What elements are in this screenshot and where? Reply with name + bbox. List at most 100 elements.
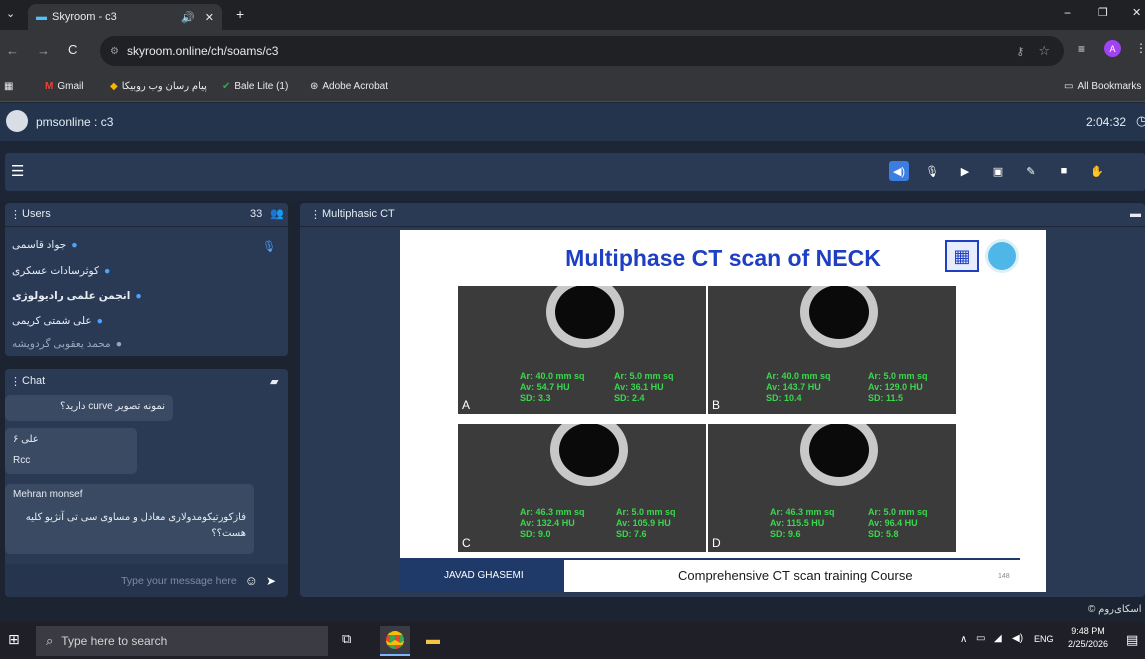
chat-input-bar: Type your message here ☺ ➤	[5, 564, 288, 597]
panel-label: B	[712, 398, 721, 412]
bookmark-gmail[interactable]: M Gmail	[45, 81, 83, 92]
user-item[interactable]: ● جواد قاسمی	[12, 239, 78, 251]
user-icon: ●	[71, 239, 78, 251]
chat-message: نمونه تصویر curve دارید؟	[5, 395, 173, 421]
notification-icon[interactable]: ▤	[1126, 632, 1138, 648]
chat-author: Mehran monsef	[13, 489, 83, 500]
ct-scan-b: Ar: 40.0 mm sq Av: 143.7 HU SD: 10.4 Ar: 5…	[708, 286, 956, 414]
maximize-icon[interactable]: ❐	[1098, 6, 1108, 19]
slide-footer-author: JAVAD GHASEMI	[400, 558, 564, 592]
user-item[interactable]: ● محمد یعقوبی گردویشه	[12, 338, 122, 350]
footer-line	[564, 558, 1020, 560]
chat-text: فازکورتیکومدولاری معادل و مساوی سی تی آن…	[25, 512, 246, 539]
presentation-title: Multiphasic CT	[322, 208, 395, 220]
send-icon[interactable]: ➤	[266, 574, 276, 588]
mic-active-icon: 🎙	[262, 241, 276, 253]
tray-chevron-icon[interactable]: ∧	[960, 634, 967, 645]
clock-icon: ◷	[1136, 113, 1145, 128]
taskbar-search[interactable]: ⌕ Type here to search	[36, 626, 328, 656]
file-icon[interactable]: ▬	[1130, 208, 1141, 220]
file-explorer-icon[interactable]: ▬	[426, 631, 440, 647]
hamburger-menu-icon[interactable]: ☰	[11, 162, 24, 180]
raise-hand-icon[interactable]: ✋	[1087, 161, 1107, 181]
user-icon: ●	[103, 265, 111, 277]
bookmark-rubika[interactable]: ◆ پیام رسان وب روبیکا	[110, 81, 207, 92]
bookmark-acrobat[interactable]: ⊛ Adobe Acrobat	[310, 81, 388, 92]
file-icon[interactable]: ■	[1054, 161, 1074, 181]
chat-menu-icon[interactable]: ⋮	[10, 375, 21, 388]
wifi-icon[interactable]: ◢	[994, 633, 1002, 644]
bookmark-bale[interactable]: ✔ Bale Lite (1)	[222, 81, 288, 92]
clock[interactable]: 9:48 PM 2/25/2026	[1066, 626, 1110, 649]
close-tab-icon[interactable]: ✕	[205, 11, 214, 24]
search-icon: ⌕	[46, 633, 54, 648]
slide-footer-course: Comprehensive CT scan training Course	[678, 568, 913, 583]
chrome-taskbar-icon[interactable]	[380, 626, 410, 656]
tab-list-icon[interactable]: ⌄	[6, 7, 15, 20]
speaker-icon[interactable]: ◀)	[889, 161, 909, 181]
user-icon: ●	[135, 290, 142, 302]
user-count: 33	[250, 208, 263, 220]
back-icon[interactable]: ←	[6, 43, 19, 58]
slide: Multiphase CT scan of NECK ▦ Ar: 40.0 mm…	[400, 230, 1046, 592]
slide-page-number: 148	[998, 573, 1010, 580]
room-header: pmsonline : c3 2:04:32 ◷	[0, 103, 1145, 141]
users-icon: 👥	[270, 208, 284, 220]
users-panel-menu-icon[interactable]: ⋮	[10, 208, 21, 221]
tab-title: Skyroom - c3	[52, 11, 117, 23]
society-logo-icon	[985, 239, 1019, 273]
folder-icon: ▭	[1064, 81, 1074, 92]
mic-off-icon[interactable]: 🎙	[922, 161, 942, 181]
language-indicator[interactable]: ENG	[1034, 634, 1054, 644]
site-info-icon[interactable]: ⚙	[110, 46, 119, 57]
close-window-icon[interactable]: ✕	[1132, 6, 1141, 19]
user-item[interactable]: ● علی شمتی کریمی	[12, 315, 103, 327]
reload-icon[interactable]: C	[68, 42, 77, 57]
room-title: pmsonline : c3	[36, 115, 114, 129]
skyroom-brand: اسکای‌روم ©	[1088, 604, 1142, 615]
chat-icon: ▰	[270, 376, 279, 388]
forward-icon[interactable]: →	[37, 43, 50, 58]
pen-icon[interactable]: ✎	[1021, 161, 1041, 181]
clock-date: 2/25/2026	[1067, 639, 1109, 649]
bookmarks-bar: ▦ M Gmail ◆ پیام رسان وب روبیکا ✔ Bale Lite…	[0, 75, 1145, 102]
task-view-icon[interactable]: ⧉	[342, 631, 351, 647]
chat-input[interactable]: Type your message here	[121, 575, 237, 587]
bale-icon: ✔	[222, 81, 231, 92]
ct-scan-a: Ar: 40.0 mm sq Av: 54.7 HU SD: 3.3 Ar: 5.0…	[458, 286, 706, 414]
minimize-icon[interactable]: −	[1064, 6, 1071, 20]
chat-text: Rcc	[13, 455, 31, 466]
network-icon[interactable]: ▭	[976, 633, 985, 644]
panel-label: D	[712, 536, 721, 550]
bookmark-star-icon[interactable]: ☆	[1038, 43, 1050, 59]
search-placeholder: Type here to search	[61, 634, 168, 648]
clock-time: 9:48 PM	[1071, 626, 1105, 636]
apps-icon[interactable]: ▦	[4, 81, 13, 92]
profile-avatar[interactable]: A	[1104, 40, 1121, 57]
panel-label: A	[462, 398, 471, 412]
ct-scan-c: Ar: 46.3 mm sq Av: 132.4 HU SD: 9.0 Ar: 5.…	[458, 424, 706, 552]
windows-start-icon[interactable]: ⊞	[8, 631, 20, 648]
session-timer: 2:04:32	[1086, 115, 1127, 129]
browser-tab-bar: ⌄ ▬ Skyroom - c3 🔊 ✕ + − ❐ ✕	[0, 0, 1145, 30]
url-bar[interactable]: ⚙ skyroom.online/ch/soams/c3 ⚷ ☆	[100, 36, 1064, 66]
emoji-icon[interactable]: ☺	[245, 573, 258, 588]
all-bookmarks[interactable]: ▭ All Bookmarks	[1064, 81, 1141, 92]
browser-tab[interactable]: ▬ Skyroom - c3 🔊 ✕	[28, 4, 222, 30]
room-avatar	[6, 110, 28, 132]
user-item[interactable]: ● انجمن علمی رادیولوژی	[12, 290, 142, 302]
presentation-menu-icon[interactable]: ⋮	[310, 208, 321, 221]
camera-off-icon[interactable]: ▶	[955, 161, 975, 181]
menu-icon[interactable]: ⋮	[1135, 41, 1145, 55]
screen-share-icon[interactable]: ▣	[988, 161, 1008, 181]
user-icon: ●	[96, 315, 103, 327]
users-panel-title: Users	[22, 208, 51, 220]
user-item[interactable]: ● کوثرسادات عسکری	[12, 265, 110, 277]
volume-icon[interactable]: ◀)	[1012, 633, 1023, 644]
reading-list-icon[interactable]: ≡	[1078, 42, 1085, 56]
password-key-icon[interactable]: ⚷	[1016, 45, 1024, 58]
ct-scan-d: Ar: 46.3 mm sq Av: 115.5 HU SD: 9.6 Ar: 5.…	[708, 424, 956, 552]
panel-label: C	[462, 536, 471, 550]
divider	[300, 226, 1145, 227]
new-tab-button[interactable]: +	[236, 6, 244, 22]
